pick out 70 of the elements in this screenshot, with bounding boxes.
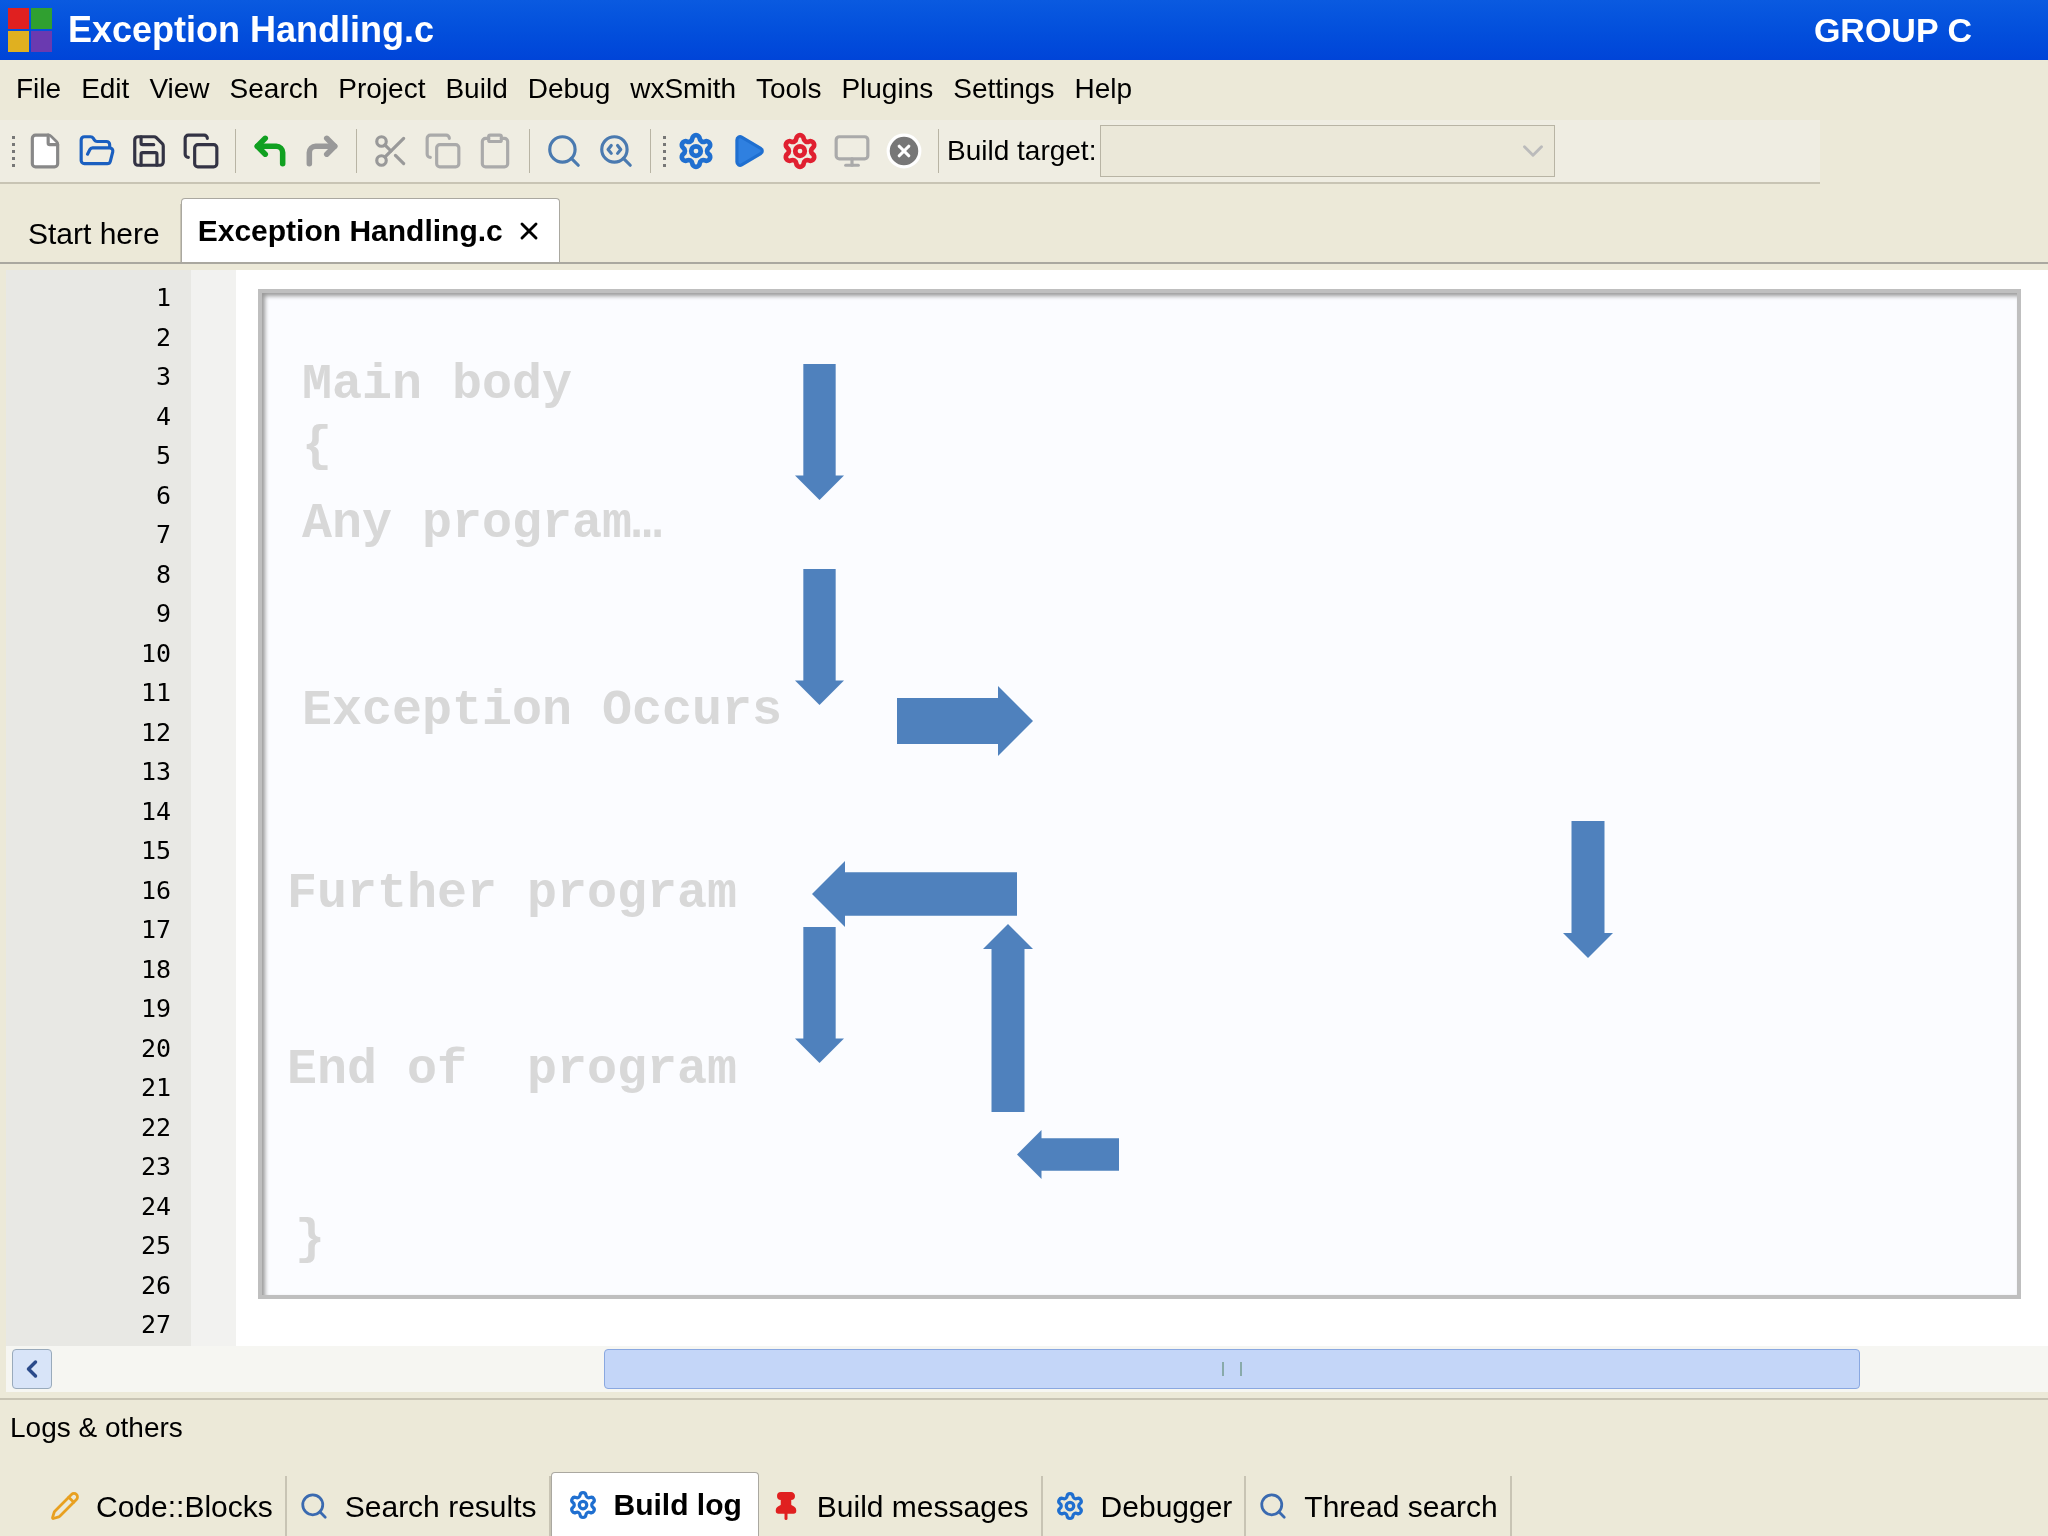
- group-label: GROUP C: [1813, 9, 1972, 51]
- menu-item[interactable]: View: [141, 68, 218, 110]
- pencil-icon: [50, 1491, 80, 1521]
- log-tab[interactable]: Code::Blocks: [38, 1476, 287, 1536]
- line-number: 27: [140, 1309, 171, 1341]
- line-number: 17: [140, 914, 171, 946]
- scroll-left-button[interactable]: [12, 1349, 52, 1389]
- gear-icon: [781, 132, 819, 170]
- magnifier-icon: [597, 132, 635, 170]
- gear-icon: [1054, 1491, 1085, 1521]
- log-tab[interactable]: Debugger: [1042, 1476, 1247, 1536]
- line-number: 4: [155, 400, 171, 433]
- log-tab[interactable]: Build log: [550, 1472, 759, 1536]
- log-tab[interactable]: Thread search: [1246, 1476, 1512, 1536]
- line-number: 7: [155, 519, 171, 551]
- line-number: 8: [155, 558, 171, 591]
- line-number: 18: [140, 953, 171, 986]
- build-target-label: Build target:: [947, 134, 1097, 168]
- line-number: 22: [140, 1111, 171, 1144]
- gear-icon: [567, 1489, 598, 1520]
- copy-icon: [424, 132, 462, 170]
- line-number: 5: [155, 440, 171, 472]
- menu-item[interactable]: Plugins: [833, 68, 942, 110]
- line-number: 2: [155, 321, 171, 354]
- app-logo-icon: [8, 8, 52, 52]
- slide-text: }: [295, 1210, 325, 1270]
- line-number: 25: [140, 1230, 171, 1262]
- menu-item[interactable]: Settings: [945, 68, 1063, 110]
- line-number: 15: [140, 835, 171, 867]
- toolbar-grip: [12, 135, 15, 167]
- menu-item[interactable]: Search: [221, 68, 327, 110]
- line-number: 11: [140, 677, 171, 709]
- stacked-pages-icon: [182, 132, 220, 170]
- line-number: 26: [140, 1269, 171, 1302]
- menu-item[interactable]: Tools: [748, 68, 830, 110]
- monitor-icon: [833, 132, 871, 170]
- panel-title: Logs & others: [10, 1411, 183, 1445]
- search-icon: [298, 1491, 329, 1521]
- line-number: 14: [140, 795, 171, 828]
- menu-item[interactable]: Edit: [73, 68, 138, 110]
- menu-item[interactable]: wxSmith: [622, 68, 744, 110]
- line-number: 13: [140, 756, 171, 788]
- editor-tab[interactable]: Start here: [8, 204, 181, 262]
- log-tab[interactable]: Build messages: [758, 1476, 1043, 1536]
- magnifier-icon: [545, 132, 583, 170]
- line-number: 3: [155, 361, 171, 393]
- line-number: 19: [140, 993, 171, 1025]
- line-number: 10: [140, 637, 171, 670]
- window-title: Exception Handling.c: [68, 8, 435, 52]
- menu-item[interactable]: File: [8, 68, 70, 110]
- menu-item[interactable]: Project: [330, 68, 434, 110]
- scroll-thumb[interactable]: [604, 1349, 1860, 1389]
- search-icon: [1258, 1491, 1289, 1521]
- menu-item[interactable]: Debug: [519, 68, 619, 110]
- editor-tab[interactable]: Exception Handling.c: [180, 198, 560, 262]
- line-number: 6: [155, 479, 171, 512]
- line-number: 9: [155, 598, 171, 630]
- line-number: 12: [140, 716, 171, 749]
- line-number: 20: [140, 1032, 171, 1065]
- menu-item[interactable]: Help: [1066, 68, 1140, 110]
- toolbar-grip: [663, 135, 666, 167]
- gear-icon: [677, 132, 715, 170]
- line-number: 21: [140, 1072, 171, 1104]
- close-icon: [885, 132, 923, 170]
- line-number: 16: [140, 874, 171, 907]
- menu-item[interactable]: Build: [437, 68, 516, 110]
- line-number: 24: [140, 1190, 171, 1223]
- line-number: 1: [155, 282, 171, 314]
- line-number: 23: [140, 1151, 171, 1183]
- slide-text: {: [302, 417, 332, 477]
